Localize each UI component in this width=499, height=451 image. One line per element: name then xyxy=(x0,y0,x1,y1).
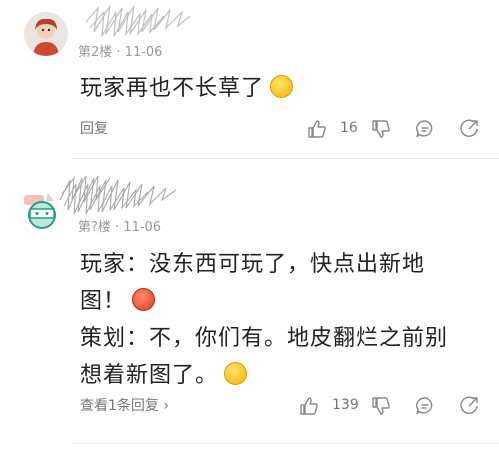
username-redaction xyxy=(85,5,191,37)
user-avatar[interactable] xyxy=(24,12,68,56)
share-icon[interactable] xyxy=(458,118,480,140)
angry-emoji-icon xyxy=(132,288,156,311)
comment-item-2: 第?楼 · 11-06 玩家：没东西可玩了，快点出新地 图！ 策划：不，你们有。… xyxy=(0,160,499,451)
comment-line: 想着新图了。 xyxy=(80,363,219,388)
username-redaction xyxy=(59,175,177,215)
comment-line: 玩家：没东西可玩了，快点出新地 xyxy=(80,252,426,277)
comment-meta: 第?楼 · 11-06 xyxy=(78,220,162,235)
comment-line: 玩家再也不长草了 xyxy=(80,76,265,101)
comment-line: 图！ xyxy=(80,289,127,314)
comment-text: 玩家再也不长草了 xyxy=(80,70,480,107)
thumbs-up-icon[interactable] xyxy=(298,395,320,417)
view-replies-label: 查看1条回复 xyxy=(80,398,159,414)
comment-bubble-icon[interactable] xyxy=(414,118,436,140)
thumbs-down-icon[interactable] xyxy=(370,395,392,417)
chevron-right-icon: › xyxy=(163,398,169,414)
comment-actions: 查看1条回复 › 139 xyxy=(80,395,479,417)
user-avatar[interactable] xyxy=(20,187,64,231)
comment-line: 策划：不，你们有。地皮翻烂之前别 xyxy=(80,326,449,351)
comment-bubble-icon[interactable] xyxy=(414,395,436,417)
divider xyxy=(72,158,499,159)
comment-actions: 回复 16 xyxy=(80,118,479,140)
smile-emoji-icon xyxy=(224,362,248,385)
reply-button[interactable]: 回复 xyxy=(80,118,108,138)
thumbs-down-icon[interactable] xyxy=(370,118,392,140)
comment-item-1: 第2楼 · 11-06 玩家再也不长草了 回复 16 xyxy=(0,0,499,160)
comment-meta: 第2楼 · 11-06 xyxy=(78,45,163,60)
share-icon[interactable] xyxy=(458,395,480,417)
thumbs-up-icon[interactable] xyxy=(306,118,328,140)
divider xyxy=(72,443,499,444)
like-count: 139 xyxy=(332,397,359,413)
smile-emoji-icon xyxy=(270,75,294,98)
comment-text: 玩家：没东西可玩了，快点出新地 图！ 策划：不，你们有。地皮翻烂之前别 想着新图… xyxy=(80,246,480,394)
like-count: 16 xyxy=(340,120,358,136)
view-replies-button[interactable]: 查看1条回复 › xyxy=(80,395,169,415)
